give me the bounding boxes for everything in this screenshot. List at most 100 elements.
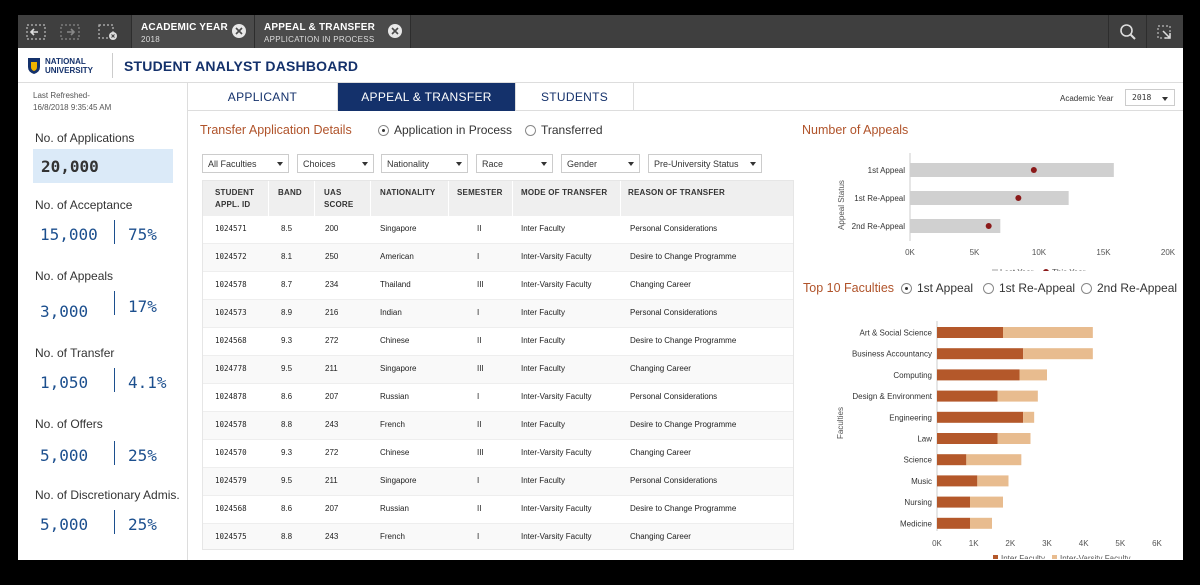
kpi-value[interactable]: 15,000 [40,225,98,244]
table-row[interactable]: 1024568 8.6 207 Russian II Inter-Varsity Facu… [203,496,793,524]
tab-applicant[interactable]: APPLICANT [188,83,338,111]
page-title: STUDENT ANALYST DASHBOARD [124,58,359,74]
cell-semester: III [477,280,484,289]
column-divider [448,181,449,216]
close-icon[interactable] [388,24,402,38]
table-row[interactable]: 1024570 9.3 272 Chinese III Inter-Varsity Fac… [203,440,793,468]
step-forward-icon[interactable] [56,19,84,45]
academic-year-select[interactable]: 2018 [1125,89,1175,106]
kpi-percent[interactable]: 25% [128,515,157,534]
kpi-percent[interactable]: 17% [128,297,157,316]
radio-1st-re-appeal[interactable]: 1st Re-Appeal [983,281,1075,295]
cell-nationality: American [380,252,414,261]
category-label: Business Accountancy [852,350,932,359]
kpi-divider [114,441,115,465]
category-label: Science [904,456,933,465]
clear-selections-icon[interactable] [94,19,122,45]
tab-appeal-transfer[interactable]: APPEAL & TRANSFER [338,83,516,111]
y-axis-label: Faculties [836,407,845,439]
kpi-value[interactable]: 3,000 [40,302,88,321]
cell-reason: Personal Considerations [630,476,718,485]
column-divider [314,181,315,216]
column-divider [370,181,371,216]
kpi-value[interactable]: 1,050 [40,373,88,392]
cell-nationality: Chinese [380,448,410,457]
selections-tool[interactable] [1146,15,1183,48]
radio-transferred[interactable]: Transferred [525,123,603,137]
cell-uas-score: 211 [325,476,338,485]
column-header-student-id[interactable]: STUDENT APPL. ID [215,187,254,211]
cell-nationality: Thailand [380,280,411,289]
kpi-percent[interactable]: 75% [128,225,157,244]
filter-nationality[interactable]: Nationality [381,154,468,173]
cell-student-id: 1024578 [215,420,247,429]
kpi-percent[interactable]: 4.1% [128,373,167,392]
step-back-icon[interactable] [22,19,50,45]
radio-checked-icon[interactable] [901,282,912,294]
table-row[interactable]: 1024572 8.1 250 American I Inter-Varsity Facu… [203,244,793,272]
selection-chip-academic-year[interactable]: ACADEMIC YEAR 2018 [131,15,255,48]
kpi-label: No. of Appeals [35,269,114,283]
filter-label: Pre-University Status [654,159,739,169]
category-label: 2nd Re-Appeal [852,222,906,231]
kpi-value[interactable]: 5,000 [40,515,88,534]
bar-inter-varsity-faculty [970,517,992,529]
applications-value[interactable]: 20,000 [33,149,173,183]
selections-tool-icon[interactable] [1151,19,1179,45]
filter-pre-university-status[interactable]: Pre-University Status [648,154,762,173]
last-refreshed: Last Refreshed- 16/8/2018 9:35:45 AM [33,90,111,114]
column-header-uas-score[interactable]: UAS SCORE [324,187,353,211]
search-icon[interactable] [1114,19,1142,45]
radio-1st-appeal[interactable]: 1st Appeal [901,281,973,295]
column-divider [268,181,269,216]
chevron-down-icon [541,162,547,166]
search-tool[interactable] [1108,15,1146,48]
table-row[interactable]: 1024578 8.7 234 Thailand III Inter-Varsity Fa… [203,272,793,300]
cell-uas-score: 243 [325,420,339,429]
bar-last-year [910,191,1069,205]
bar-inter-faculty [937,475,978,487]
faculties-chart-title: Top 10 Faculties [803,281,895,295]
point-this-year [985,223,992,229]
table-row[interactable]: 1024878 8.6 207 Russian I Inter-Varsity Facul… [203,384,793,412]
chip-value: APPLICATION IN PROCESS [264,35,375,44]
kpi-value[interactable]: 5,000 [40,446,88,465]
table-row[interactable]: 1024573 8.9 216 Indian I Inter Faculty Persona… [203,300,793,328]
filter-choices[interactable]: Choices [297,154,374,173]
chip-title: ACADEMIC YEAR [141,22,228,33]
table-row[interactable]: 1024575 8.8 243 French I Inter-Varsity Facult… [203,524,793,549]
close-icon[interactable] [232,24,246,38]
tab-students[interactable]: STUDENTS [516,83,634,111]
category-label: Art & Social Science [860,329,933,338]
table-row[interactable]: 1024571 8.5 200 Singapore II Inter Faculty Per… [203,216,793,244]
radio-2nd-re-appeal[interactable]: 2nd Re-Appeal [1081,281,1177,295]
column-header-band[interactable]: BAND [278,187,302,199]
cell-nationality: Chinese [380,336,410,345]
column-header-reason[interactable]: REASON OF TRANSFER [628,187,725,199]
bar-inter-faculty [937,327,1003,338]
radio-unchecked-icon[interactable] [983,282,994,294]
filter-all-faculties[interactable]: All Faculties [202,154,289,173]
selection-chip-appeal-transfer[interactable]: APPEAL & TRANSFER APPLICATION IN PROCESS [255,15,411,48]
kpi-percent[interactable]: 25% [128,446,157,465]
academic-year-label: Academic Year [1060,94,1114,103]
academic-year-value: 2018 [1132,93,1152,102]
table-row[interactable]: 1024579 9.5 211 Singapore I Inter Faculty Pers… [203,468,793,496]
radio-unchecked-icon[interactable] [525,124,536,136]
radio-application-in-process[interactable]: Application in Process [378,123,512,137]
cell-reason: Personal Considerations [630,308,718,317]
radio-label: 2nd Re-Appeal [1097,281,1178,295]
radio-checked-icon[interactable] [378,124,389,136]
table-row[interactable]: 1024578 8.8 243 French II Inter Faculty Desire… [203,412,793,440]
table-row[interactable]: 1024778 9.5 211 Singapore III Inter Faculty Ch… [203,356,793,384]
column-header-mode[interactable]: MODE OF TRANSFER [521,187,607,199]
bar-inter-faculty [937,433,998,444]
radio-label: Application in Process [394,123,513,137]
table-row[interactable]: 1024568 9.3 272 Chinese II Inter Faculty Desir… [203,328,793,356]
filter-race[interactable]: Race [476,154,553,173]
column-header-nationality[interactable]: NATIONALITY [380,187,435,199]
radio-unchecked-icon[interactable] [1081,282,1092,294]
kpi-divider [114,368,115,392]
filter-gender[interactable]: Gender [561,154,640,173]
column-header-semester[interactable]: SEMESTER [457,187,503,199]
